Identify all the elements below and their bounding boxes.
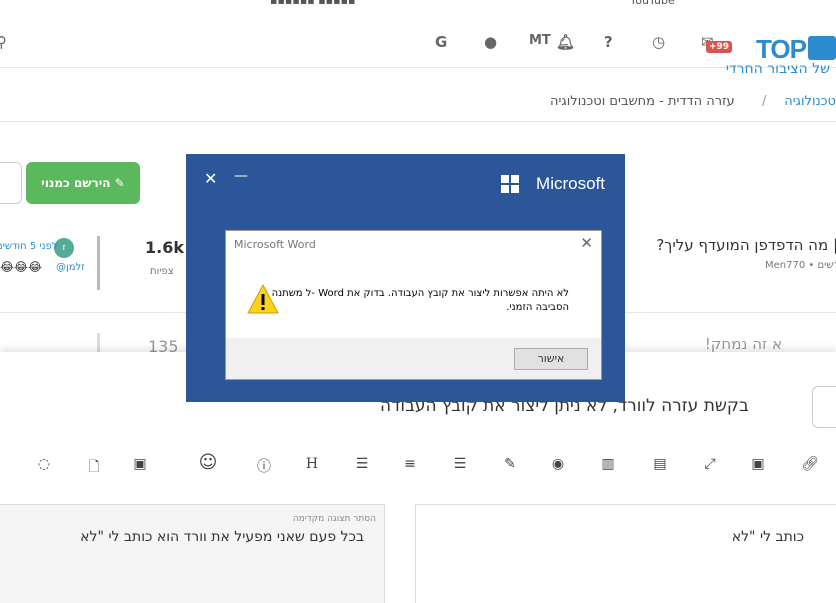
- editor-pane[interactable]: כותב לי "לא: [415, 504, 836, 603]
- topic-author[interactable]: Men770 • חודשים: [765, 260, 836, 271]
- google-icon[interactable]: G: [435, 33, 447, 51]
- dialog-title: Microsoft Word: [234, 238, 316, 251]
- breadcrumb-separator: /: [762, 94, 767, 109]
- last-post-time[interactable]: לפני 5 חודשים: [0, 241, 58, 252]
- site-header: ⚲ G ● MT 🔔︎ ? ◷ ✉ +99 TOP של הציבור החרד…: [0, 14, 836, 77]
- color-picker-icon[interactable]: ✎: [500, 456, 520, 472]
- search-icon[interactable]: ⚲: [0, 33, 7, 51]
- breadcrumb: טכנולוגיה / עזרה הדדית - מחשבים וטכנולוג…: [0, 68, 836, 122]
- topic-title[interactable]: | מה הדפדפן המועדף עליך?: [656, 236, 836, 254]
- hide-preview-icon[interactable]: ◌: [34, 456, 54, 472]
- info-icon[interactable]: ⓘ: [254, 456, 274, 476]
- ok-button[interactable]: אישור: [514, 348, 588, 370]
- dialog-footer: אישור: [226, 338, 601, 379]
- microsoft-logo-icon: [501, 175, 519, 193]
- sort-button[interactable]: [0, 162, 22, 204]
- card-icon[interactable]: ▤: [650, 456, 670, 472]
- word-error-dialog: Microsoft Word ✕ לא היתה אפשרות ליצור את…: [225, 230, 602, 380]
- category-dropdown[interactable]: [812, 386, 836, 428]
- register-button[interactable]: ✎ הירשם כמנוי: [26, 162, 140, 204]
- user-initials[interactable]: MT: [529, 33, 551, 48]
- align-center-icon[interactable]: ≡: [400, 456, 420, 472]
- clock-icon[interactable]: ◷: [652, 33, 665, 51]
- image-icon[interactable]: ▣: [748, 456, 768, 472]
- microsoft-brand: Microsoft: [536, 174, 605, 193]
- editor-text[interactable]: כותב לי "לא: [732, 529, 804, 545]
- heading-icon[interactable]: H: [302, 456, 322, 472]
- close-icon[interactable]: ✕: [204, 169, 217, 188]
- logo-mark: [808, 36, 836, 60]
- eye-icon[interactable]: ◉: [548, 456, 568, 472]
- fullscreen-icon[interactable]: ⤢: [700, 456, 720, 472]
- views-count: 1.6k: [145, 238, 184, 257]
- file-icon[interactable]: 🗋︎: [84, 456, 104, 480]
- notifications-badge: +99: [706, 41, 733, 53]
- emoji-icon[interactable]: ☺: [198, 452, 218, 473]
- chart-icon[interactable]: ▥: [598, 456, 618, 472]
- align-right-icon[interactable]: ☰: [450, 456, 470, 472]
- top-links-strip: ▪▪▪▪▪▪ ▪▪▪▪▪ YouTube: [0, 0, 836, 14]
- views-label: צפיות: [150, 266, 174, 277]
- topic-title[interactable]: א זה נמחק!: [705, 335, 782, 353]
- hide-preview-link[interactable]: הסתר תצוגה מקדימה: [293, 514, 376, 524]
- preview-text: בכל פעם שאני מפעיל את וורד הוא כותב לי "…: [80, 529, 364, 545]
- breadcrumb-item-current: עזרה הדדית - מחשבים וטכנולוגיה: [550, 94, 735, 109]
- dialog-close-icon[interactable]: ✕: [580, 234, 593, 252]
- user-icon[interactable]: ●: [484, 33, 497, 51]
- bell-icon[interactable]: 🔔︎: [556, 33, 575, 51]
- emoji-reactions: 😂😂😂: [0, 260, 43, 274]
- preview-pane: הסתר תצוגה מקדימה בכל פעם שאני מפעיל את …: [0, 504, 385, 603]
- minimize-icon[interactable]: —: [234, 168, 248, 184]
- last-post-user[interactable]: @זלמן: [56, 262, 85, 273]
- link-icon[interactable]: 🔗︎: [800, 456, 820, 472]
- dialog-message: לא היתה אפשרות ליצור את קובץ העבודה. בדו…: [271, 288, 569, 313]
- breadcrumb-item-technology[interactable]: טכנולוגיה: [784, 94, 836, 109]
- help-icon[interactable]: ?: [604, 33, 613, 51]
- topic-divider: [97, 236, 100, 290]
- align-left-icon[interactable]: ☰: [352, 456, 372, 472]
- picture-icon[interactable]: ▣: [130, 456, 150, 472]
